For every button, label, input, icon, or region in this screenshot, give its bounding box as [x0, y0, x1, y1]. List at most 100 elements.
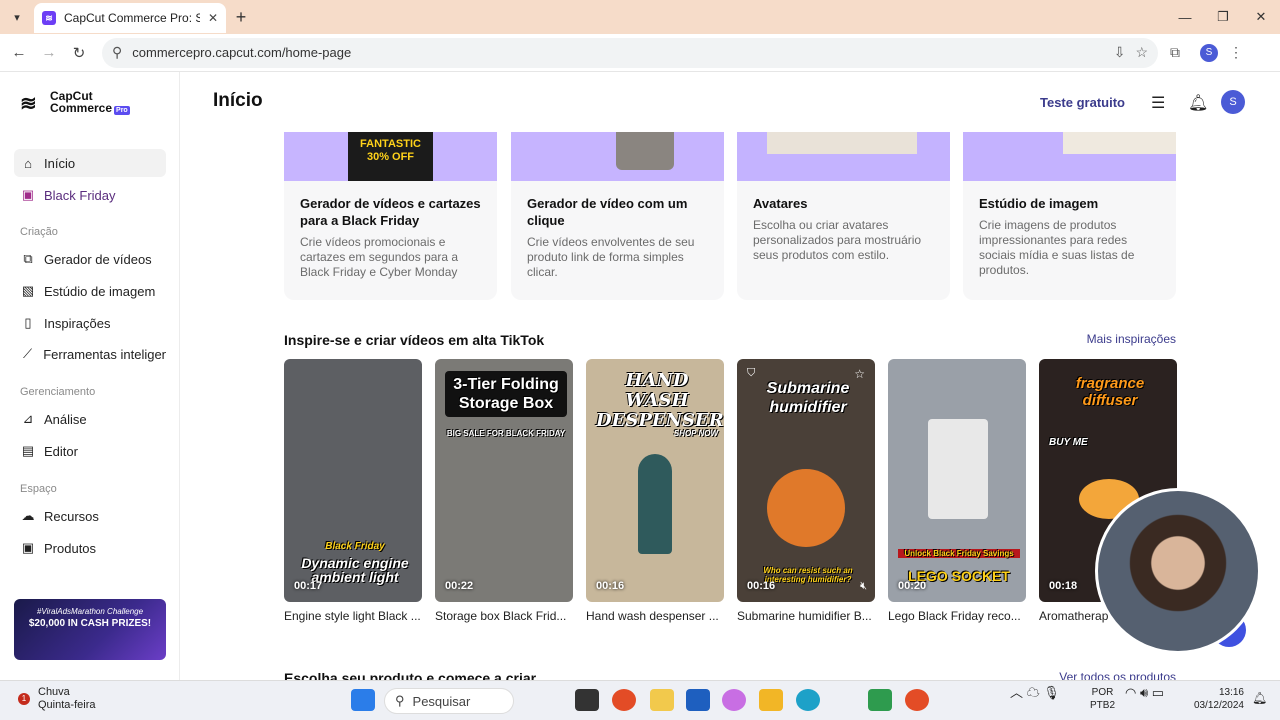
user-avatar[interactable]: S: [1221, 90, 1245, 114]
notification-bell-icon[interactable]: 🔔︎: [1188, 93, 1208, 113]
close-tab-icon[interactable]: ✕: [208, 11, 218, 25]
section-gerenciamento: Gerenciamento: [20, 386, 96, 398]
forward-icon[interactable]: →: [34, 44, 64, 61]
card-description: Crie vídeos envolventes de seu produto l…: [527, 235, 695, 279]
extensions-icon[interactable]: ⧉: [1158, 44, 1192, 61]
back-icon[interactable]: ←: [4, 44, 34, 61]
card-thumbnail: FANTASTIC 30% OFF: [284, 132, 497, 181]
app-icon[interactable]: [650, 689, 674, 711]
video-card-submarine-humidifier[interactable]: ⛉ ☆ Submarine humidifier Who can resist …: [737, 359, 875, 602]
capcut-logo-icon: ≋: [20, 92, 37, 115]
language-indicator[interactable]: POR PTB2: [1090, 686, 1115, 712]
network-volume-battery-icons[interactable]: ◠ 🔊︎ ▭: [1125, 686, 1164, 699]
notification-icon[interactable]: 🔔︎: [1252, 692, 1267, 705]
video-title[interactable]: Hand wash despenser ...: [586, 609, 724, 623]
taskbar-search[interactable]: ⚲ Pesquisar: [384, 688, 514, 714]
more-inspirations-link[interactable]: Mais inspirações: [1087, 332, 1176, 346]
section-criacao: Criação: [20, 226, 58, 238]
tab-search-icon[interactable]: ▾: [0, 0, 34, 34]
products-section-title: Escolha seu produto e comece a criar: [284, 670, 537, 680]
store-icon[interactable]: [686, 689, 710, 711]
video-title[interactable]: Engine style light Black ...: [284, 609, 422, 623]
video-card-lego-socket[interactable]: Unlock Black Friday Savings LEGO SOCKET …: [888, 359, 1026, 602]
sidebar-item-video-generator[interactable]: ⧉ Gerador de vídeos: [14, 245, 166, 273]
chrome-active-icon[interactable]: [905, 689, 929, 711]
view-all-products-link[interactable]: Ver todos os produtos: [1059, 670, 1176, 680]
address-bar[interactable]: ⚲ commercepro.capcut.com/home-page ⇩ ☆: [102, 37, 1158, 68]
sidebar-item-smart-tools[interactable]: ⟋ Ferramentas inteligent: [14, 340, 166, 368]
file-explorer-icon[interactable]: [759, 689, 783, 711]
windows-start-icon[interactable]: [351, 689, 375, 711]
sidebar-item-inicio[interactable]: ⌂ Início: [14, 149, 166, 177]
logo-line2: Commerce: [50, 101, 113, 115]
sidebar-item-inspiracoes[interactable]: ▯ Inspirações: [14, 309, 166, 337]
video-badge: BIG SALE FOR BLACK FRIDAY: [446, 429, 566, 438]
shopping-bag-icon: ▣: [21, 187, 35, 202]
new-tab-button[interactable]: +: [226, 7, 256, 28]
edge-icon[interactable]: [796, 689, 820, 711]
keyboard-layout: PTB2: [1090, 700, 1116, 711]
capcut-commerce-logo[interactable]: ≋ CapCut Commerce Pro: [20, 90, 130, 117]
feature-card-one-click-video[interactable]: Gerador de vídeo com um clique Crie víde…: [511, 132, 724, 300]
video-caption: fragrance diffuser: [1075, 375, 1145, 409]
sidebar-item-analise[interactable]: ⊿ Análise: [14, 405, 166, 433]
system-clock[interactable]: 13:16 03/12/2024: [1194, 686, 1244, 712]
sidebar-item-produtos[interactable]: ▣ Produtos: [14, 534, 166, 562]
browser-tab[interactable]: ≋ CapCut Commerce Pro: Shoppa ✕: [34, 3, 226, 33]
video-badge: Black Friday: [325, 541, 385, 552]
notepad-icon[interactable]: [868, 689, 892, 711]
webcam-overlay: [1095, 488, 1261, 654]
card-description: Crie imagens de produtos impressionantes…: [979, 218, 1135, 277]
sidebar-item-editor[interactable]: ▤ Editor: [14, 437, 166, 465]
browser-menu-icon[interactable]: ⋮: [1226, 44, 1246, 61]
install-app-icon[interactable]: ⇩: [1114, 44, 1126, 61]
video-title[interactable]: Lego Black Friday reco...: [888, 609, 1026, 623]
product-image: [928, 419, 988, 519]
card-thumbnail: [737, 132, 950, 181]
restore-icon[interactable]: ❐: [1204, 0, 1242, 34]
sidebar-item-label: Análise: [44, 411, 87, 427]
browser-profile-avatar[interactable]: S: [1200, 43, 1218, 62]
promo-line1: #ViralAdsMarathon Challenge: [36, 607, 144, 616]
language-code: POR: [1091, 687, 1114, 698]
weather-widget[interactable]: 1 Chuva Quinta-feira: [18, 686, 95, 712]
feature-card-avatars[interactable]: Avatares Escolha ou criar avatares perso…: [737, 132, 950, 300]
layers-icon[interactable]: ☰: [1151, 93, 1165, 113]
page-title: Início: [213, 90, 263, 111]
sidebar-item-recursos[interactable]: ☁ Recursos: [14, 502, 166, 530]
promo-banner[interactable]: #ViralAdsMarathon Challenge $20,000 IN C…: [14, 599, 166, 660]
product-image: [767, 469, 845, 547]
card-description: Crie vídeos promocionais e cartazes em s…: [300, 235, 459, 279]
feature-card-black-friday[interactable]: FANTASTIC 30% OFF Gerador de vídeos e ca…: [284, 132, 497, 300]
free-trial-button[interactable]: Teste gratuito: [1040, 95, 1125, 110]
video-title[interactable]: Storage box Black Frid...: [435, 609, 573, 623]
video-duration: 00:16: [596, 580, 625, 592]
minimize-icon[interactable]: —: [1166, 0, 1204, 34]
site-info-icon[interactable]: ⚲: [112, 44, 122, 61]
tray-icons[interactable]: ︿ ☁ 🎙︎: [1010, 686, 1060, 699]
task-view-icon[interactable]: [575, 689, 599, 711]
card-title: Avatares: [753, 196, 808, 211]
sidebar-item-black-friday[interactable]: ▣ Black Friday: [14, 181, 166, 209]
url-text: commercepro.capcut.com/home-page: [132, 45, 352, 60]
feature-card-image-studio[interactable]: Estúdio de imagem Crie imagens de produt…: [963, 132, 1176, 300]
copilot-icon[interactable]: [722, 689, 746, 711]
analytics-icon: ⊿: [22, 411, 34, 426]
card-title: Gerador de vídeo com um clique: [527, 196, 688, 228]
close-window-icon[interactable]: ✕: [1242, 0, 1280, 34]
video-card-hand-wash[interactable]: HAND WASH DESPENSER SHOP NOW 00:16: [586, 359, 724, 602]
windows-taskbar: [0, 680, 1280, 720]
inspire-section-title: Inspire-se e criar vídeos em alta TikTok: [284, 332, 545, 348]
card-title: Gerador de vídeos e cartazes para a Blac…: [300, 196, 481, 228]
video-card-engine-light[interactable]: Black Friday Dynamic engine ambient ligh…: [284, 359, 422, 602]
video-title[interactable]: Submarine humidifier B...: [737, 609, 875, 623]
bookmark-star-icon[interactable]: ☆: [1135, 44, 1148, 61]
video-card-storage-box[interactable]: 3-Tier Folding Storage Box BIG SALE FOR …: [435, 359, 573, 602]
browser-tab-bar: ▾ ≋ CapCut Commerce Pro: Shoppa ✕ + — ❐ …: [0, 0, 1280, 34]
chrome-app-icon[interactable]: [612, 689, 636, 711]
sidebar-item-image-studio[interactable]: ▧ Estúdio de imagem: [14, 277, 166, 305]
reload-icon[interactable]: ↻: [64, 44, 94, 62]
inspiration-icon: ▯: [24, 315, 32, 330]
mute-icon[interactable]: 🔇︎: [860, 580, 867, 593]
clock-date: 03/12/2024: [1193, 700, 1244, 711]
